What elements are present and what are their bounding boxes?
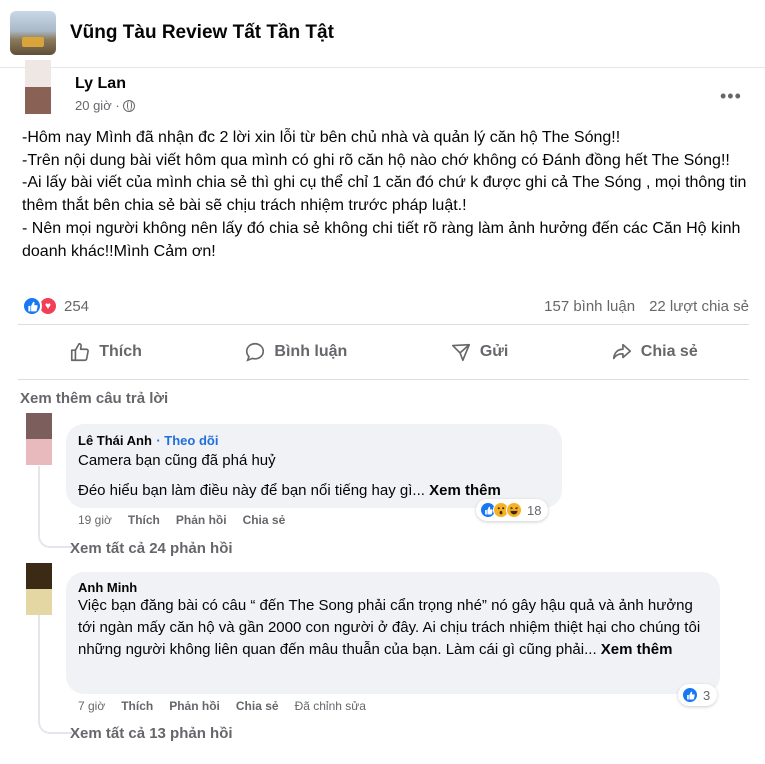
comment-text-line: Đéo hiểu bạn làm điều này để bạn nổi tiế… (78, 480, 550, 502)
shares-count[interactable]: 22 lượt chia sẻ (649, 298, 749, 315)
comment-text: Đéo hiểu bạn làm điều này để bạn nổi tiế… (78, 482, 425, 499)
comment-reactions[interactable]: 18 (476, 499, 549, 521)
comment-share-button[interactable]: Chia sẻ (236, 699, 279, 713)
post-line: -Ai lấy bài viết của mình chia sẻ thì gh… (22, 174, 747, 215)
post-action-bar: Thích Bình luận Gửi Chia sẻ (18, 324, 749, 380)
comment-reply-button[interactable]: Phản hồi (169, 699, 220, 713)
post-line: -Hôm nay Mình đã nhận đc 2 lời xin lỗi t… (22, 129, 621, 146)
thread-connector (38, 528, 72, 548)
post-author-name[interactable]: Ly Lan (75, 75, 126, 93)
post-body: -Hôm nay Mình đã nhận đc 2 lời xin lỗi t… (22, 127, 747, 263)
comment-bubble: Anh Minh Việc bạn đăng bài có câu “ đến … (66, 572, 720, 694)
like-reaction-icon (682, 687, 698, 703)
share-button[interactable]: Chia sẻ (591, 335, 718, 369)
see-more-replies-link[interactable]: Xem thêm câu trả lời (20, 390, 168, 407)
comment-reply-button[interactable]: Phản hồi (176, 513, 227, 527)
share-button-label[interactable]: Chia sẻ (641, 343, 698, 361)
share-icon (612, 343, 631, 360)
follow-link[interactable]: · Theo dõi (156, 433, 218, 448)
like-button[interactable]: Thích (49, 335, 162, 369)
post-line: - Nên mọi người không nên lấy đó chia sẻ… (22, 219, 741, 260)
comment-author[interactable]: Lê Thái Anh (78, 433, 152, 448)
more-options-icon[interactable]: ••• (720, 86, 742, 107)
post-timestamp[interactable]: 20 giờ · (75, 98, 135, 113)
comment-like-button[interactable]: Thích (128, 513, 160, 527)
edited-label: Đã chỉnh sửa (294, 699, 366, 713)
like-reaction-icon (22, 296, 42, 316)
comment-time[interactable]: 19 giờ (78, 513, 112, 527)
comment-author[interactable]: Anh Minh (78, 580, 708, 595)
group-name[interactable]: Vũng Tàu Review Tất Tần Tật (70, 22, 334, 44)
reaction-count[interactable]: 254 (64, 298, 89, 315)
thread-line (38, 466, 40, 530)
view-all-replies-link[interactable]: Xem tất cả 13 phản hồi (70, 725, 233, 742)
reaction-summary[interactable]: ♥ 254 (22, 296, 89, 316)
post-line: -Trên nội dung bài viết hôm qua mình có … (22, 151, 730, 169)
comment-text-line: Camera bạn cũng đã phá huỷ (78, 452, 276, 469)
send-button-label[interactable]: Gửi (480, 343, 508, 361)
send-button[interactable]: Gửi (430, 335, 528, 369)
comment-meta: 7 giờ Thích Phản hồi Chia sẻ Đã chỉnh sử… (78, 699, 366, 713)
commenter-avatar[interactable] (26, 563, 52, 615)
like-button-label[interactable]: Thích (99, 343, 142, 361)
group-header: Vũng Tàu Review Tất Tần Tật (0, 0, 765, 68)
commenter-avatar[interactable] (26, 413, 52, 465)
send-icon (451, 343, 470, 362)
comment-text-line: Việc bạn đăng bài có câu “ đến The Song … (78, 595, 708, 661)
comment-icon (246, 342, 265, 362)
thumbs-up-icon (71, 342, 90, 362)
comment-share-button[interactable]: Chia sẻ (243, 513, 286, 527)
globe-icon (122, 99, 135, 112)
comment-like-button[interactable]: Thích (121, 699, 153, 713)
comment-meta: 19 giờ Thích Phản hồi Chia sẻ (78, 513, 285, 527)
post-stats: 157 bình luận 22 lượt chia sẻ (544, 298, 749, 315)
see-more-link[interactable]: Xem thêm (601, 641, 673, 658)
haha-reaction-icon (506, 502, 522, 518)
author-avatar[interactable] (25, 60, 51, 114)
view-all-replies-link[interactable]: Xem tất cả 24 phản hồi (70, 540, 233, 557)
comment-time[interactable]: 7 giờ (78, 699, 105, 713)
comment-bubble: Lê Thái Anh · Theo dõi Camera bạn cũng đ… (66, 424, 562, 508)
comment-reaction-count: 18 (527, 502, 542, 518)
comment-button-label[interactable]: Bình luận (274, 343, 347, 361)
comment-reactions[interactable]: 3 (678, 684, 718, 706)
group-cover-image[interactable] (10, 11, 56, 55)
post-time-label[interactable]: 20 giờ · (75, 98, 120, 113)
comments-count[interactable]: 157 bình luận (544, 298, 635, 315)
comment-button[interactable]: Bình luận (224, 335, 367, 369)
see-more-link[interactable]: Xem thêm (429, 482, 501, 499)
comment-reaction-count: 3 (703, 687, 711, 703)
thread-connector (38, 714, 72, 734)
thread-line (38, 615, 40, 715)
